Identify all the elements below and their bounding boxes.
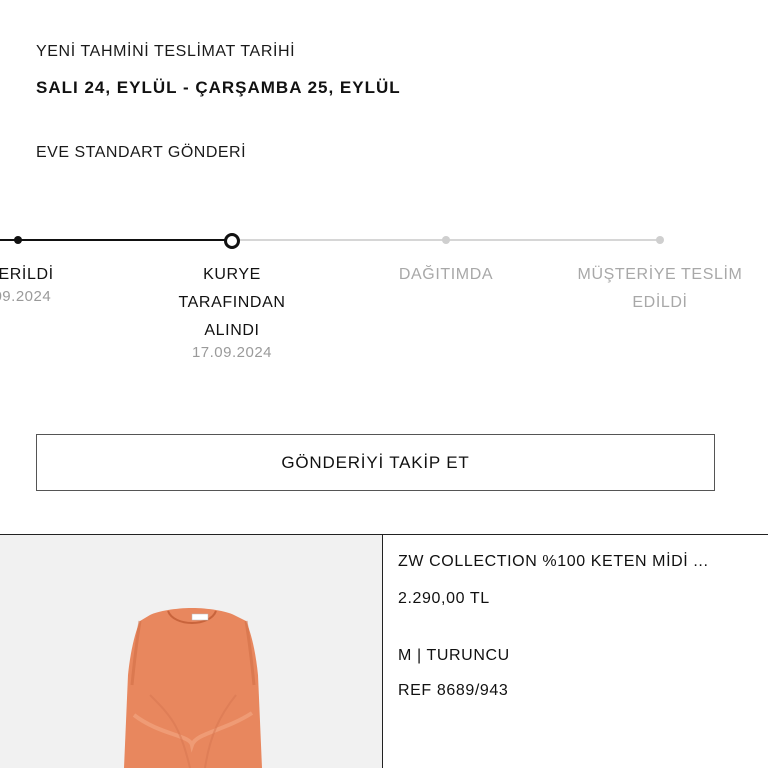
product-reference: REF 8689/943 xyxy=(398,682,509,699)
step-date: .09.2024 xyxy=(0,288,52,305)
step-delivered: MÜŞTERİYE TESLİM EDİLDİ xyxy=(560,261,760,317)
estimated-delivery-date: SALI 24, EYLÜL - ÇARŞAMBA 25, EYLÜL xyxy=(36,78,401,97)
product-size-color: M | TURUNCU xyxy=(398,647,510,664)
step-label: DAĞITIMDA xyxy=(398,266,494,283)
step-dot-done xyxy=(14,236,22,244)
estimated-delivery-label: YENİ TAHMİNİ TESLİMAT TARİHİ xyxy=(36,43,296,60)
product-name[interactable]: ZW COLLECTION %100 KETEN MİDİ ... xyxy=(398,553,709,571)
orange-linen-dress-image xyxy=(124,608,262,768)
step-shipped: DERİLDİ .09.2024 xyxy=(0,261,80,305)
step-label: DERİLDİ xyxy=(0,266,54,283)
product-image[interactable] xyxy=(0,535,383,768)
step-out-for-delivery: DAĞITIMDA xyxy=(376,261,516,289)
step-dot-pending xyxy=(656,236,664,244)
step-label: KURYE xyxy=(203,266,261,283)
step-dot-current xyxy=(224,233,240,249)
step-label: MÜŞTERİYE TESLİM xyxy=(577,266,743,283)
progress-line-done xyxy=(0,239,232,241)
step-label: ALINDI xyxy=(204,322,260,339)
step-picked-up: KURYE TARAFINDAN ALINDI 17.09.2024 xyxy=(152,261,312,361)
product-price: 2.290,00 TL xyxy=(398,590,490,607)
step-label: EDİLDİ xyxy=(632,294,688,311)
step-dot-pending xyxy=(442,236,450,244)
step-date: 17.09.2024 xyxy=(191,344,273,361)
step-label: TARAFINDAN xyxy=(178,294,286,311)
shipping-method: EVE STANDART GÖNDERİ xyxy=(36,144,247,161)
track-shipment-button[interactable]: GÖNDERİYİ TAKİP ET xyxy=(36,434,715,491)
